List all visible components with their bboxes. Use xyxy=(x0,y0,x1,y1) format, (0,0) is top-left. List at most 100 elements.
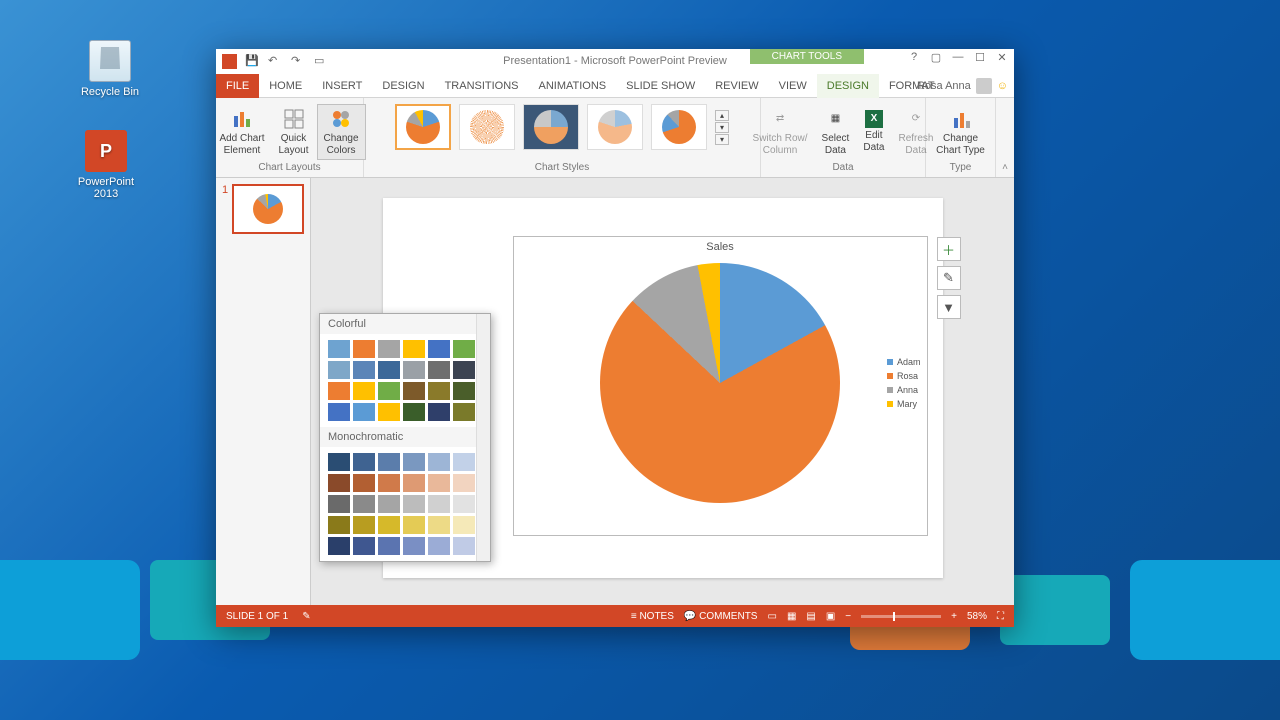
tab-chart-design[interactable]: DESIGN xyxy=(817,74,879,98)
change-colors-button[interactable]: Change Colors xyxy=(317,104,366,160)
normal-view-icon[interactable]: ▭ xyxy=(767,611,776,622)
dropdown-scrollbar[interactable] xyxy=(476,314,490,561)
slide-thumbnail-1[interactable]: 1 xyxy=(222,184,304,234)
help-icon[interactable]: ? xyxy=(906,51,922,65)
ribbon-display-options-icon[interactable]: ▢ xyxy=(928,51,944,65)
color-swatch[interactable] xyxy=(453,495,475,513)
color-swatch[interactable] xyxy=(428,361,450,379)
color-swatch[interactable] xyxy=(328,474,350,492)
close-icon[interactable]: ✕ xyxy=(994,51,1010,65)
reading-view-icon[interactable]: ▤ xyxy=(806,611,815,622)
color-swatch[interactable] xyxy=(353,403,375,421)
user-account[interactable]: Rosa Anna ☺ xyxy=(917,78,1008,94)
tab-file[interactable]: FILE xyxy=(216,74,259,98)
color-swatch[interactable] xyxy=(378,516,400,534)
color-swatch[interactable] xyxy=(453,474,475,492)
tab-design[interactable]: DESIGN xyxy=(372,74,434,98)
comments-button[interactable]: 💬 COMMENTS xyxy=(684,611,758,622)
color-swatch[interactable] xyxy=(403,537,425,555)
collapse-ribbon-icon[interactable]: ˄ xyxy=(1002,162,1008,173)
color-swatch[interactable] xyxy=(403,340,425,358)
quick-layout-button[interactable]: Quick Layout xyxy=(272,105,314,159)
color-swatch[interactable] xyxy=(453,361,475,379)
color-swatch[interactable] xyxy=(328,453,350,471)
style-thumb-1[interactable] xyxy=(395,104,451,150)
color-swatch[interactable] xyxy=(353,537,375,555)
tab-review[interactable]: REVIEW xyxy=(705,74,768,98)
fit-to-window-icon[interactable]: ⛶ xyxy=(997,611,1004,622)
color-swatch[interactable] xyxy=(378,361,400,379)
color-swatch[interactable] xyxy=(403,403,425,421)
smiley-icon[interactable]: ☺ xyxy=(997,80,1008,92)
slide-sorter-view-icon[interactable]: ▦ xyxy=(787,611,796,622)
color-swatch[interactable] xyxy=(353,340,375,358)
color-swatch[interactable] xyxy=(328,403,350,421)
color-swatch[interactable] xyxy=(353,453,375,471)
color-swatch[interactable] xyxy=(453,516,475,534)
style-thumb-2[interactable] xyxy=(459,104,515,150)
color-swatch[interactable] xyxy=(378,382,400,400)
color-swatch[interactable] xyxy=(428,474,450,492)
color-swatch[interactable] xyxy=(378,474,400,492)
style-thumb-5[interactable] xyxy=(651,104,707,150)
tab-view[interactable]: VIEW xyxy=(769,74,817,98)
color-swatch[interactable] xyxy=(328,516,350,534)
color-swatch[interactable] xyxy=(353,361,375,379)
color-swatch[interactable] xyxy=(378,453,400,471)
pie-chart[interactable] xyxy=(600,263,840,503)
style-thumb-3[interactable] xyxy=(523,104,579,150)
zoom-slider[interactable] xyxy=(861,615,941,618)
minimize-icon[interactable]: — xyxy=(950,51,966,65)
chart-styles-button[interactable]: ✎ xyxy=(937,266,961,290)
color-swatch[interactable] xyxy=(403,382,425,400)
select-data-button[interactable]: ▦Select Data xyxy=(816,105,856,159)
zoom-level[interactable]: 58% xyxy=(967,611,987,622)
color-swatch[interactable] xyxy=(428,340,450,358)
color-swatch[interactable] xyxy=(353,474,375,492)
add-chart-element-button[interactable]: Add Chart Element xyxy=(213,105,270,159)
color-swatch[interactable] xyxy=(428,453,450,471)
color-swatch[interactable] xyxy=(428,516,450,534)
color-swatch[interactable] xyxy=(353,516,375,534)
color-swatch[interactable] xyxy=(428,382,450,400)
color-swatch[interactable] xyxy=(453,453,475,471)
chart-styles-gallery[interactable]: ▴ ▾ ▾ xyxy=(393,102,731,152)
color-swatch[interactable] xyxy=(453,382,475,400)
zoom-in-icon[interactable]: + xyxy=(951,611,957,622)
tab-animations[interactable]: ANIMATIONS xyxy=(529,74,617,98)
color-swatch[interactable] xyxy=(378,537,400,555)
tab-transitions[interactable]: TRANSITIONS xyxy=(435,74,529,98)
gallery-up-icon[interactable]: ▴ xyxy=(715,110,729,121)
desktop-icon-powerpoint[interactable]: P PowerPoint 2013 xyxy=(76,130,136,200)
color-swatch[interactable] xyxy=(428,495,450,513)
color-swatch[interactable] xyxy=(328,382,350,400)
edit-data-button[interactable]: XEdit Data xyxy=(857,108,890,156)
color-swatch[interactable] xyxy=(403,474,425,492)
color-swatch[interactable] xyxy=(403,361,425,379)
slideshow-view-icon[interactable]: ▣ xyxy=(826,611,835,622)
color-swatch[interactable] xyxy=(378,340,400,358)
color-swatch[interactable] xyxy=(378,495,400,513)
color-swatch[interactable] xyxy=(403,453,425,471)
style-thumb-4[interactable] xyxy=(587,104,643,150)
start-from-beginning-icon[interactable]: ▭ xyxy=(314,54,329,69)
tab-slideshow[interactable]: SLIDE SHOW xyxy=(616,74,705,98)
tab-home[interactable]: HOME xyxy=(259,74,312,98)
color-swatch[interactable] xyxy=(328,361,350,379)
color-swatch[interactable] xyxy=(328,495,350,513)
color-swatch[interactable] xyxy=(453,537,475,555)
color-swatch[interactable] xyxy=(428,403,450,421)
color-swatch[interactable] xyxy=(403,516,425,534)
notes-button[interactable]: ≡ NOTES xyxy=(631,611,674,622)
chart-frame[interactable]: Sales Adam Rosa Anna Mary ＋ ✎ ▼ xyxy=(513,236,928,536)
save-icon[interactable]: 💾 xyxy=(245,54,260,69)
gallery-more-icon[interactable]: ▾ xyxy=(715,134,729,145)
redo-icon[interactable]: ↷ xyxy=(291,54,306,69)
color-swatch[interactable] xyxy=(453,340,475,358)
color-swatch[interactable] xyxy=(453,403,475,421)
spell-check-icon[interactable]: ✎ xyxy=(302,611,310,622)
color-swatch[interactable] xyxy=(378,403,400,421)
undo-icon[interactable]: ↶ xyxy=(268,54,283,69)
chart-filters-button[interactable]: ▼ xyxy=(937,295,961,319)
maximize-icon[interactable]: ☐ xyxy=(972,51,988,65)
